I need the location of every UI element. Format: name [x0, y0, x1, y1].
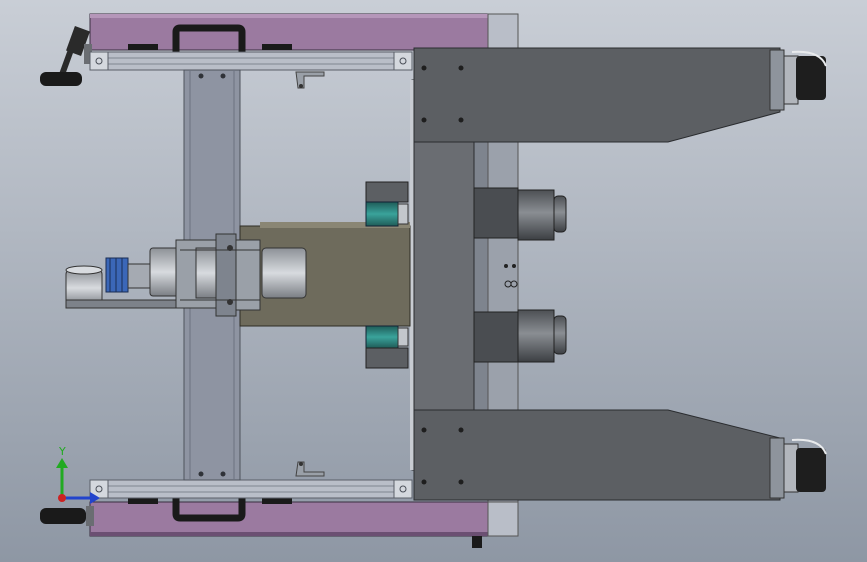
- motor-lower: [473, 309, 567, 363]
- frame-foot: [472, 536, 482, 548]
- teal-roller-upper: [365, 181, 409, 227]
- bottom-rail: [89, 479, 413, 499]
- triad-y-label: Y: [58, 445, 66, 458]
- cad-assembly-drawing: Y: [0, 0, 867, 562]
- motor-upper: [473, 187, 567, 241]
- triad-z-axis: [58, 494, 66, 502]
- cad-viewport[interactable]: Y: [0, 0, 867, 562]
- bottom-purple-frame: [89, 501, 519, 537]
- top-rail: [89, 51, 413, 71]
